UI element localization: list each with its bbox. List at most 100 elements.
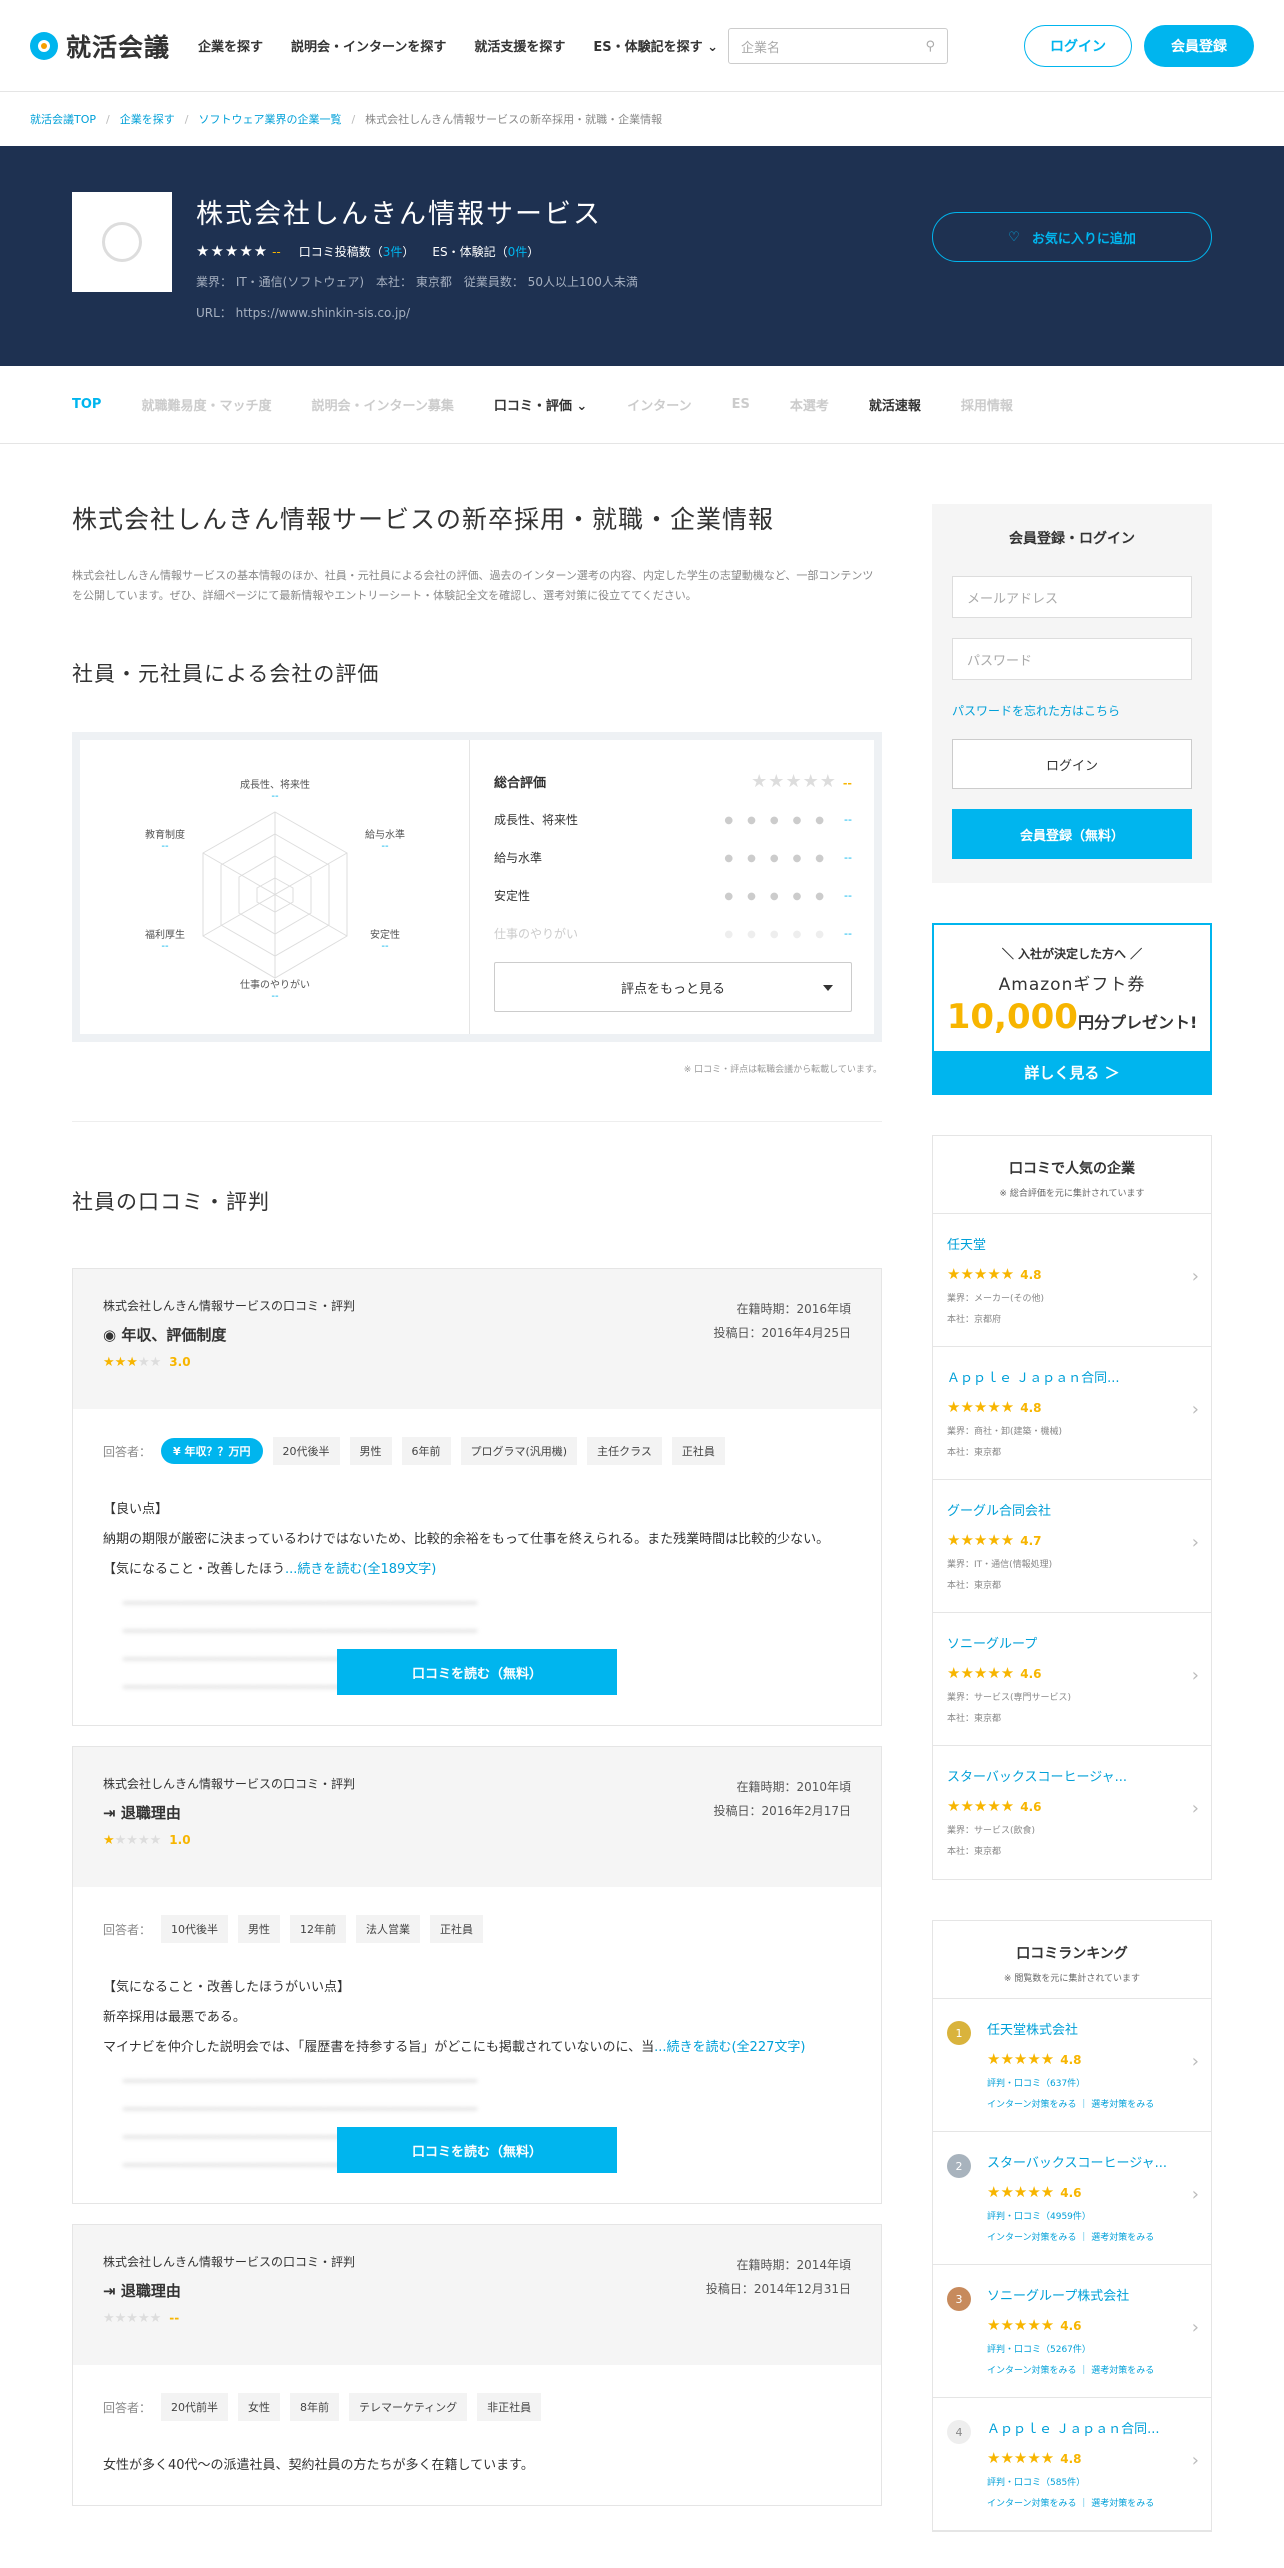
review-count-value: 3件 — [382, 244, 403, 259]
amazon-details-button[interactable]: 詳しく見る ＞ — [934, 1051, 1210, 1093]
search-icon[interactable]: ⚲ — [925, 39, 935, 54]
respondent-tag: 6年前 — [401, 1437, 451, 1465]
sidebar-register-button[interactable]: 会員登録（無料） — [952, 809, 1192, 859]
ranking-item[interactable]: 1 任天堂株式会社 ★★★★★ 4.8 評判・口コミ（637件） インターン対策をみる ｜… — [933, 1999, 1211, 2132]
breadcrumb-separator: / — [184, 112, 189, 126]
logo-text: 就活会議 — [66, 32, 171, 62]
popular-rating: ★★★★★ 4.6 — [947, 1664, 1042, 1682]
popular-item[interactable]: Ａｐｐｌｅ Ｊａｐａｎ合同... ★★★★★ 4.8 業界：商社・卸(建築・機械) 本社… — [933, 1347, 1211, 1480]
forgot-password-link[interactable]: パスワードを忘れた方はこちら — [952, 702, 1192, 719]
favorite-label: お気に入りに追加 — [1031, 231, 1136, 247]
tab-top[interactable]: TOP — [72, 397, 101, 412]
amazon-gift-banner[interactable]: ＼ 入社が決定した方へ ／ Amazonギフト券 10,000円分プレゼント! … — [932, 923, 1212, 1095]
ranking-links[interactable]: インターン対策をみる ｜ 選考対策をみる — [987, 2363, 1197, 2376]
read-review-button[interactable]: 口コミを読む（無料） — [337, 1649, 617, 1695]
tab-report[interactable]: 就活速報 — [869, 395, 921, 414]
tab-selection[interactable]: 本選考 — [790, 395, 829, 414]
review-tenure: 在籍時期：2016年頃 — [736, 1302, 851, 1316]
rank-badge: 3 — [947, 2287, 971, 2311]
tab-events[interactable]: 説明会・インターン募集 — [311, 395, 453, 414]
read-more-link[interactable]: ...続きを読む(全189文字) — [285, 1562, 436, 1577]
register-button[interactable]: 会員登録 — [1144, 25, 1254, 67]
radar-label-text: 成長性、将来性 — [240, 780, 310, 791]
ranking-item[interactable]: 2 スターバックスコーヒージャ... ★★★★★ 4.6 評判・口コミ（4959件） イン… — [933, 2132, 1211, 2265]
logo-icon — [30, 31, 58, 60]
radar-label-value: -- — [381, 941, 389, 952]
nav-es-label: ES・体験記を探す — [593, 40, 703, 55]
more-scores-button[interactable]: 評点をもっと見る — [494, 962, 852, 1012]
page-lead: 株式会社しんきん情報サービスの基本情報のほか、社員・元社員による会社の評価、過去… — [72, 569, 874, 602]
respondent-tags: 回答者： 20代前半 女性 8年前 テレマーケティング 非正社員 — [103, 2393, 851, 2421]
ranking-reviews[interactable]: 評判・口コミ（4959件） — [987, 2209, 1197, 2222]
popular-item[interactable]: ソニーグループ ★★★★★ 4.6 業界：サービス(専門サービス) 本社：東京都 — [933, 1613, 1211, 1746]
tab-reviews[interactable]: 口コミ・評価 ⌄ — [494, 395, 587, 414]
review-tenure: 在籍時期：2010年頃 — [736, 1780, 851, 1794]
respondent-tags: 回答者： 10代後半 男性 12年前 法人営業 正社員 — [103, 1915, 851, 1943]
review-card: 株式会社しんきん情報サービスの口コミ・評判 ⇥ 退職理由 ★★★★★ -- 在籍時… — [72, 2224, 882, 2506]
nav-companies[interactable]: 企業を探す — [198, 36, 263, 55]
tab-intern[interactable]: インターン — [627, 395, 691, 414]
tab-es[interactable]: ES — [732, 397, 750, 412]
read-review-button[interactable]: 口コミを読む（無料） — [337, 2127, 617, 2173]
site-header: 就活会議 企業を探す 説明会・インターンを探す 就活支援を探す ES・体験記を探… — [0, 0, 1284, 92]
breadcrumb-industry[interactable]: ソフトウェア業界の企業一覧 — [198, 111, 341, 127]
favorite-button[interactable]: ♡ お気に入りに追加 — [932, 212, 1212, 262]
evaluation-panel: 成長性、将来性 -- 給与水準 -- 安定性 -- 仕事のやりがい -- 福利厚生 -- … — [72, 732, 882, 1042]
ranking-item[interactable]: 4 Ａｐｐｌｅ Ｊａｐａｎ合同... ★★★★★ 4.8 評判・口コミ（585件） インタ… — [933, 2398, 1211, 2531]
chevron-down-icon: ⌄ — [576, 399, 588, 414]
radar-chart: 成長性、将来性 -- 給与水準 -- 安定性 -- 仕事のやりがい -- 福利厚生 -- … — [80, 740, 470, 1034]
respondent-tag: 12年前 — [290, 1915, 347, 1943]
ranking-links[interactable]: インターン対策をみる ｜ 選考対策をみる — [987, 2097, 1197, 2110]
overall-label: 総合評価 — [494, 775, 547, 791]
ranking-name: Ａｐｐｌｅ Ｊａｐａｎ合同... — [987, 2422, 1160, 2437]
overall-stars-icon: ★★★★★ — [751, 770, 837, 792]
reviews-heading: 社員の口コミ・評判 — [72, 1190, 270, 1214]
review-dates: 在籍時期：2016年頃 投稿日：2016年4月25日 — [714, 1297, 851, 1345]
ranking-reviews[interactable]: 評判・口コミ（5267件） — [987, 2342, 1197, 2355]
ranking-rating: ★★★★★ 4.8 — [987, 2050, 1082, 2068]
nav-events[interactable]: 説明会・インターンを探す — [291, 36, 446, 55]
ranking-links[interactable]: インターン対策をみる ｜ 選考対策をみる — [987, 2496, 1197, 2509]
read-more-link[interactable]: ...続きを読む(全227文字) — [654, 2040, 805, 2055]
review-count[interactable]: 口コミ投稿数（3件） — [299, 243, 415, 260]
review-card: 株式会社しんきん情報サービスの口コミ・評判 ⇥ 退職理由 ★★★★★ 1.0 在籍… — [72, 1746, 882, 2204]
star-icon: ★★★ — [103, 1355, 138, 1370]
popular-item[interactable]: スターバックスコーヒージャ... ★★★★★ 4.6 業界：サービス(飲食) 本社：東京… — [933, 1746, 1211, 1879]
tab-reviews-label: 口コミ・評価 — [493, 399, 572, 414]
email-field[interactable]: メールアドレス — [952, 576, 1192, 618]
review-header: 株式会社しんきん情報サービスの口コミ・評判 ◉ 年収、評価制度 ★★★★★ 3.0… — [73, 1269, 881, 1409]
login-button[interactable]: ログイン — [1024, 25, 1132, 67]
ranking-links[interactable]: インターン対策をみる ｜ 選考対策をみる — [987, 2230, 1197, 2243]
popular-companies: 口コミで人気の企業 ※ 総合評価を元に集計されています 任天堂 ★★★★★ 4.8 業… — [932, 1135, 1212, 1880]
review-text: 【良い点】 納期の期限が厳密に決まっているわけではないため、比較的余裕をもって仕… — [103, 1495, 851, 1585]
popular-item[interactable]: グーグル合同会社 ★★★★★ 4.7 業界：IT・通信(情報処理) 本社：東京都 — [933, 1480, 1211, 1613]
popular-item[interactable]: 任天堂 ★★★★★ 4.8 業界：メーカー(その他) 本社：京都府 — [933, 1214, 1211, 1347]
company-url[interactable]: URL： https://www.shinkin-sis.co.jp/ — [196, 304, 410, 321]
site-logo[interactable]: 就活会議 — [30, 28, 170, 64]
review-posted: 投稿日：2016年2月17日 — [713, 1804, 851, 1818]
tab-difficulty[interactable]: 就職難易度・マッチ度 — [141, 395, 271, 414]
ranking-item[interactable]: 3 ソニーグループ株式会社 ★★★★★ 4.6 評判・口コミ（5267件） インターン対策… — [933, 2265, 1211, 2398]
respondent-tag: 10代後半 — [161, 1915, 229, 1943]
es-count[interactable]: ES・体験記（0件） — [432, 243, 539, 260]
breadcrumb-companies[interactable]: 企業を探す — [120, 111, 175, 127]
password-field[interactable]: パスワード — [952, 638, 1192, 680]
popular-rating: ★★★★★ 4.8 — [947, 1398, 1042, 1416]
ranking-rating: ★★★★★ 4.8 — [987, 2449, 1082, 2467]
nav-es[interactable]: ES・体験記を探す ⌄ — [593, 36, 718, 55]
review-rating-value: -- — [169, 2311, 180, 2325]
ranking-reviews[interactable]: 評判・口コミ（637件） — [987, 2076, 1197, 2089]
tab-recruit[interactable]: 採用情報 — [961, 395, 1013, 414]
sidebar-login-button[interactable]: ログイン — [952, 739, 1192, 789]
overall-value: -- — [842, 776, 852, 790]
breadcrumb-separator: / — [351, 112, 356, 126]
company-search-input[interactable]: 企業名 ⚲ — [728, 28, 948, 64]
score-dots-icon: ●●●●● — [724, 853, 839, 864]
review-text-line: 【気になること・改善したほうがいい点】 — [103, 1980, 351, 1995]
review-text-line: 女性が多く40代～の派遣社員、契約社員の方たちが多く在籍しています。 — [103, 2458, 534, 2473]
popular-hq: 本社：東京都 — [947, 1714, 1002, 1724]
score-value: -- — [844, 813, 852, 826]
breadcrumb-top[interactable]: 就活会議TOP — [30, 111, 96, 127]
ranking-reviews[interactable]: 評判・口コミ（585件） — [987, 2475, 1197, 2488]
nav-support[interactable]: 就活支援を探す — [474, 36, 565, 55]
